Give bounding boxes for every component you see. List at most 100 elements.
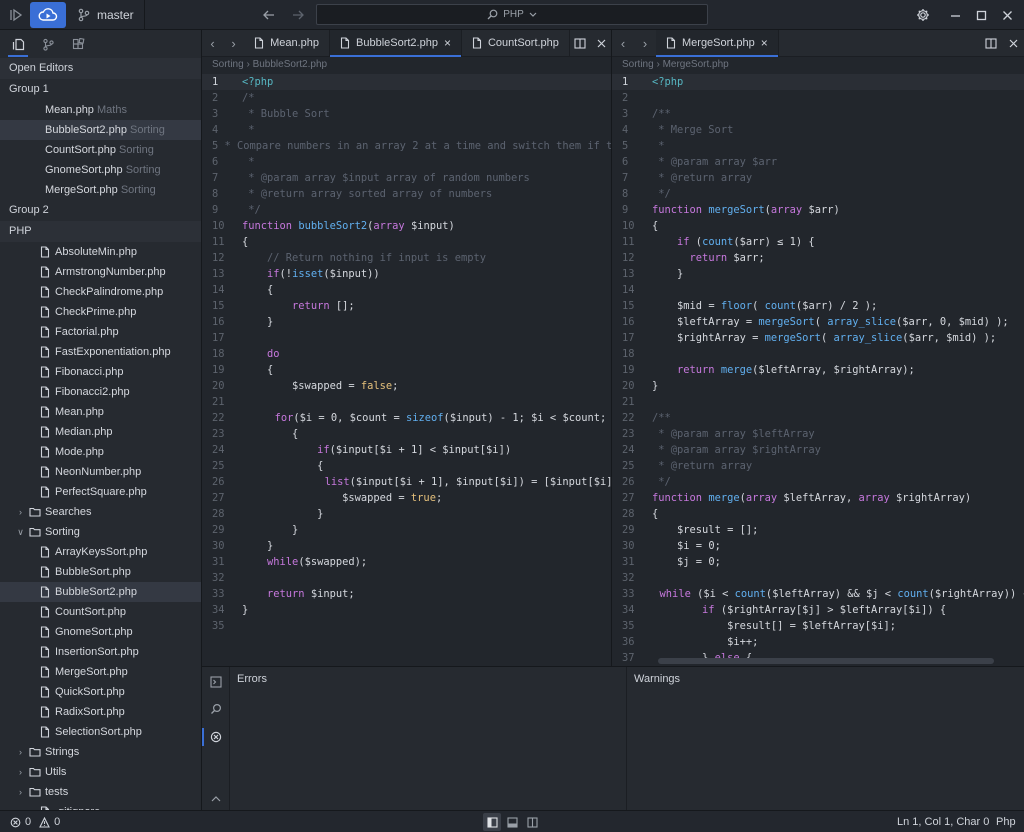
- tree-file-item[interactable]: CheckPalindrome.php: [0, 282, 201, 302]
- chevron-left-icon[interactable]: ‹: [202, 30, 223, 56]
- code-line[interactable]: 8 * @return array sorted array of number…: [202, 186, 612, 202]
- code-line[interactable]: 16 $leftArray = mergeSort( array_slice($…: [612, 314, 1024, 330]
- code-line[interactable]: 36 $i++;: [612, 634, 1024, 650]
- problems-summary[interactable]: 0 0: [10, 811, 60, 832]
- close-tab-icon[interactable]: ×: [761, 36, 768, 50]
- open-editor-item[interactable]: CountSort.php Sorting: [0, 140, 201, 160]
- code-line[interactable]: 14 {: [202, 282, 612, 298]
- code-line[interactable]: 29 }: [202, 522, 612, 538]
- run-icon[interactable]: [4, 0, 28, 30]
- code-line[interactable]: 1 <?php: [612, 74, 1024, 90]
- editor-tab[interactable]: CountSort.php: [462, 30, 570, 56]
- back-arrow-icon[interactable]: [260, 0, 278, 30]
- code-line[interactable]: 32: [202, 570, 612, 586]
- tree-file-item[interactable]: BubbleSort2.php: [0, 582, 201, 602]
- tree-folder-item[interactable]: › Utils: [0, 762, 201, 782]
- tree-file-item[interactable]: InsertionSort.php: [0, 642, 201, 662]
- open-editor-item[interactable]: GnomeSort.php Sorting: [0, 160, 201, 180]
- tree-file-item[interactable]: Fibonacci.php: [0, 362, 201, 382]
- code-line[interactable]: 31 $j = 0;: [612, 554, 1024, 570]
- code-line[interactable]: 2 /*: [202, 90, 612, 106]
- cursor-position[interactable]: Ln 1, Col 1, Char 0: [897, 811, 989, 832]
- language-mode[interactable]: Php: [996, 811, 1016, 832]
- tree-file-item[interactable]: Factorial.php: [0, 322, 201, 342]
- open-editor-item[interactable]: BubbleSort2.php Sorting: [0, 120, 201, 140]
- code-line[interactable]: 29 $result = [];: [612, 522, 1024, 538]
- code-line[interactable]: 3 /**: [612, 106, 1024, 122]
- code-line[interactable]: 17 $rightArray = mergeSort( array_slice(…: [612, 330, 1024, 346]
- tree-file-item[interactable]: AbsoluteMin.php: [0, 242, 201, 262]
- code-line[interactable]: 3 * Bubble Sort: [202, 106, 612, 122]
- code-line[interactable]: 6 * @param array $arr: [612, 154, 1024, 170]
- code-line[interactable]: 12 return $arr;: [612, 250, 1024, 266]
- tree-folder-item[interactable]: › tests: [0, 782, 201, 802]
- code-line[interactable]: 20 $swapped = false;: [202, 378, 612, 394]
- code-line[interactable]: 24 if($input[$i + 1] < $input[$i]): [202, 442, 612, 458]
- code-line[interactable]: 34}: [202, 602, 612, 618]
- split-editor-icon[interactable]: [570, 30, 591, 56]
- code-line[interactable]: 18: [612, 346, 1024, 362]
- code-line[interactable]: 31 while($swapped);: [202, 554, 612, 570]
- code-line[interactable]: 30 $i = 0;: [612, 538, 1024, 554]
- breadcrumb[interactable]: Sorting › MergeSort.php: [612, 57, 1024, 74]
- close-icon[interactable]: [996, 0, 1018, 30]
- code-line[interactable]: 21: [612, 394, 1024, 410]
- extensions-icon[interactable]: [64, 31, 92, 57]
- tree-file-item[interactable]: GnomeSort.php: [0, 622, 201, 642]
- tree-file-item[interactable]: RadixSort.php: [0, 702, 201, 722]
- code-line[interactable]: 11 if (count($arr) ≤ 1) {: [612, 234, 1024, 250]
- code-line[interactable]: 14: [612, 282, 1024, 298]
- code-line[interactable]: 27 function merge(array $leftArray, array…: [612, 490, 1024, 506]
- tree-file-item[interactable]: Fibonacci2.php: [0, 382, 201, 402]
- tree-file-item[interactable]: ArrayKeysSort.php: [0, 542, 201, 562]
- code-line[interactable]: 35: [202, 618, 612, 634]
- code-line[interactable]: 7 * @param array $input array of random …: [202, 170, 612, 186]
- code-line[interactable]: 21: [202, 394, 612, 410]
- tree-file-item[interactable]: ArmstrongNumber.php: [0, 262, 201, 282]
- code-line[interactable]: 25 {: [202, 458, 612, 474]
- horizontal-scrollbar[interactable]: [658, 658, 994, 664]
- project-header[interactable]: PHP: [0, 221, 201, 242]
- code-line[interactable]: 26 */: [612, 474, 1024, 490]
- code-line[interactable]: 23 {: [202, 426, 612, 442]
- code-line[interactable]: 15 $mid = floor( count($arr) / 2 );: [612, 298, 1024, 314]
- code-line[interactable]: 22 /**: [612, 410, 1024, 426]
- chevron-right-icon[interactable]: ›: [634, 30, 656, 56]
- code-line[interactable]: 27 $swapped = true;: [202, 490, 612, 506]
- code-line[interactable]: 24 * @param array $rightArray: [612, 442, 1024, 458]
- tree-file-item[interactable]: MergeSort.php: [0, 662, 201, 682]
- code-line[interactable]: 30 }: [202, 538, 612, 554]
- code-line[interactable]: 33 return $input;: [202, 586, 612, 602]
- code-line[interactable]: 9 function mergeSort(array $arr): [612, 202, 1024, 218]
- tree-file-item[interactable]: PerfectSquare.php: [0, 482, 201, 502]
- code-line[interactable]: 16 }: [202, 314, 612, 330]
- code-line[interactable]: 18 do: [202, 346, 612, 362]
- close-group-icon[interactable]: [591, 30, 612, 56]
- tree-file-item[interactable]: CheckPrime.php: [0, 302, 201, 322]
- left-code-editor[interactable]: 1 <?php 2/* 3 * Bubble Sort 4 * 5 * Compare n…: [202, 74, 612, 634]
- explorer-icon[interactable]: [4, 31, 32, 57]
- code-line[interactable]: 28 }: [202, 506, 612, 522]
- tree-file-item[interactable]: QuickSort.php: [0, 682, 201, 702]
- problems-icon[interactable]: [202, 726, 230, 748]
- source-control-icon[interactable]: [34, 31, 62, 57]
- code-line[interactable]: 1 <?php: [202, 74, 612, 90]
- code-line[interactable]: 25 * @return array: [612, 458, 1024, 474]
- group-1-header[interactable]: Group 1: [0, 79, 201, 100]
- editor-tab[interactable]: MergeSort.php ×: [656, 30, 779, 57]
- terminal-icon[interactable]: [202, 671, 230, 693]
- close-tab-icon[interactable]: ×: [444, 36, 451, 50]
- open-editor-item[interactable]: Mean.php Maths: [0, 100, 201, 120]
- code-line[interactable]: 10 {: [612, 218, 1024, 234]
- code-line[interactable]: 4 *: [202, 122, 612, 138]
- code-line[interactable]: 5 *: [612, 138, 1024, 154]
- tree-file-item[interactable]: SelectionSort.php: [0, 722, 201, 742]
- code-line[interactable]: 5 * Compare numbers in an array 2 at a t…: [202, 138, 612, 154]
- editor-tab[interactable]: Mean.php: [244, 30, 330, 56]
- toggle-sidebar-icon[interactable]: [483, 813, 501, 831]
- close-group-icon[interactable]: [1002, 30, 1024, 56]
- gear-icon[interactable]: [912, 0, 934, 30]
- open-editor-item[interactable]: MergeSort.php Sorting: [0, 180, 201, 200]
- code-line[interactable]: 22 for($i = 0, $count = sizeof($input) -…: [202, 410, 612, 426]
- open-editors-header[interactable]: Open Editors: [0, 58, 201, 79]
